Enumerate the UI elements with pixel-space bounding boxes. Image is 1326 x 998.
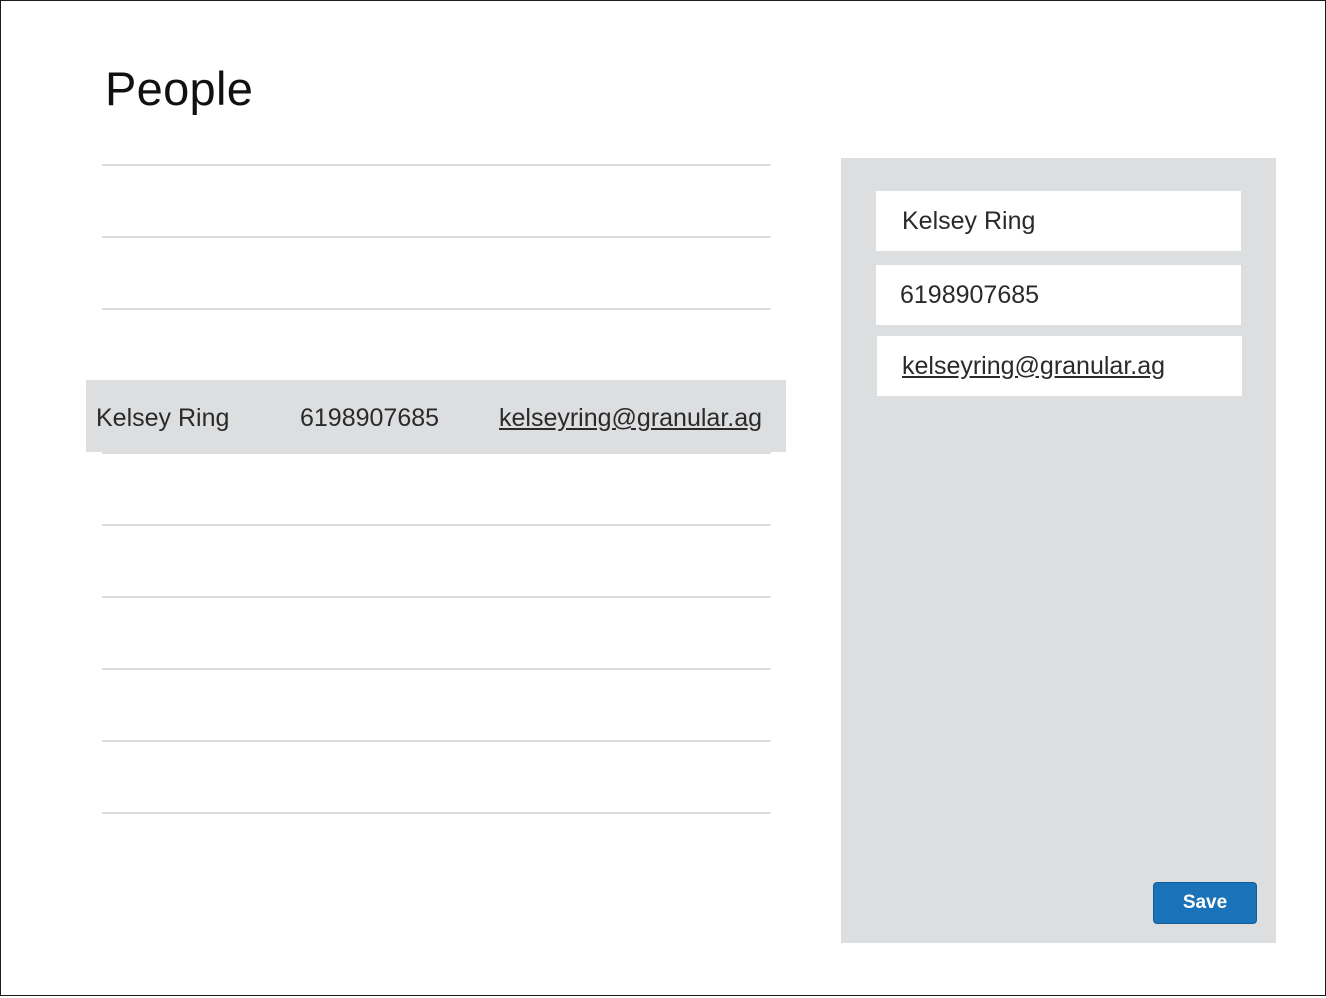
page-title: People xyxy=(105,62,254,115)
list-item[interactable] xyxy=(102,668,771,740)
list-item[interactable] xyxy=(102,308,771,380)
list-item[interactable] xyxy=(102,524,771,596)
save-button[interactable]: Save xyxy=(1153,882,1257,924)
list-item[interactable] xyxy=(102,236,771,308)
people-list: Kelsey Ring 6198907685 kelseyring@granul… xyxy=(86,164,786,814)
person-phone: 6198907685 xyxy=(300,404,440,432)
person-name: Kelsey Ring xyxy=(96,404,230,432)
list-item[interactable] xyxy=(102,596,771,668)
list-item-selected[interactable]: Kelsey Ring 6198907685 kelseyring@granul… xyxy=(86,380,786,452)
app-window: People Kelsey Ring 6198907685 kelseyring… xyxy=(0,0,1326,996)
name-field[interactable] xyxy=(876,191,1241,251)
person-detail-panel: Save xyxy=(841,158,1276,943)
person-email-link[interactable]: kelseyring@granular.ag xyxy=(499,404,762,433)
list-item[interactable] xyxy=(102,740,771,812)
list-item[interactable] xyxy=(102,452,771,524)
list-item[interactable] xyxy=(102,164,771,236)
email-field[interactable] xyxy=(877,336,1242,396)
list-divider xyxy=(102,812,771,814)
phone-field[interactable] xyxy=(876,265,1241,325)
